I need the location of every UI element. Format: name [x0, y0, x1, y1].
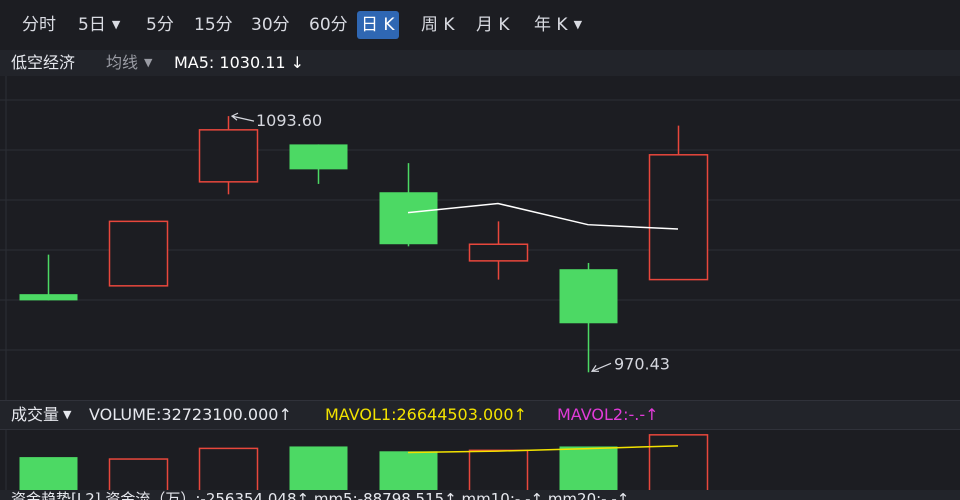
volume-bar[interactable] — [289, 446, 348, 492]
volume-title-select[interactable]: 成交量 ▼ — [11, 403, 71, 429]
tab-4[interactable]: 30分 — [247, 11, 294, 39]
ma5-line — [407, 202, 679, 230]
tab-label: 月 K — [476, 15, 510, 35]
ma5-readout: MA5: 1030.11 ↓ — [174, 53, 305, 72]
candle-body — [559, 269, 618, 324]
candle[interactable] — [648, 125, 709, 281]
tab-label: 5分 — [146, 15, 174, 35]
volume-chart[interactable] — [0, 430, 960, 493]
tab-8[interactable]: 月 K — [472, 11, 514, 39]
tab-label: 60分 — [309, 15, 348, 35]
volume-readout: VOLUME:32723100.000↑ — [89, 405, 292, 424]
volume-bar[interactable] — [198, 447, 259, 493]
candle[interactable] — [108, 220, 169, 287]
volume-bar[interactable] — [19, 457, 78, 492]
tab-label: 30分 — [251, 15, 290, 35]
candle[interactable] — [468, 221, 529, 280]
candle[interactable] — [379, 163, 438, 247]
tab-1[interactable]: 5日 ▼ — [74, 11, 124, 39]
candle-body — [108, 220, 169, 287]
candle-body — [468, 243, 529, 262]
candle-body — [379, 192, 438, 245]
volume-bar[interactable] — [648, 434, 709, 493]
candlestick-svg: 1093.60 970.43 — [0, 76, 960, 400]
price-info-bar: 低空经济 均线 ▼ MA5: 1030.11 ↓ — [0, 50, 960, 76]
mavol2-readout: MAVOL2:-.-↑ — [557, 405, 659, 424]
volume-bar[interactable] — [108, 458, 169, 493]
candle-body — [289, 144, 348, 170]
tab-0[interactable]: 分时 — [18, 11, 60, 39]
volume-svg — [5, 430, 709, 493]
mavol1-readout: MAVOL1:26644503.000↑ — [325, 405, 527, 424]
low-price-marker: 970.43 — [590, 354, 670, 373]
candle-body — [648, 154, 709, 281]
tab-6[interactable]: 日 K — [357, 11, 399, 39]
volume-bar[interactable] — [379, 451, 438, 492]
tab-5[interactable]: 60分 — [305, 11, 352, 39]
tab-label: 15分 — [194, 15, 233, 35]
chevron-down-icon: ▼ — [111, 18, 121, 31]
chevron-down-icon: ▼ — [144, 56, 153, 69]
high-price-label: 1093.60 — [256, 111, 322, 130]
high-price-marker: 1093.60 — [230, 111, 322, 130]
candle[interactable] — [19, 254, 78, 301]
indicator-select[interactable]: 均线 ▼ — [106, 51, 152, 77]
candle-body — [198, 129, 259, 183]
tab-label: 5日 — [78, 15, 106, 35]
period-tab-bar: 分时 5日 ▼ 5分 15分 30分 60分日 K 周 K 月 K 年 K ▼ — [0, 0, 960, 51]
chevron-down-icon: ▼ — [573, 18, 583, 31]
volume-title: 成交量 — [11, 405, 60, 424]
low-price-label: 970.43 — [614, 354, 670, 373]
tab-label: 周 K — [421, 15, 455, 35]
volume-info-bar: 成交量 ▼ VOLUME:32723100.000↑ MAVOL1:2664450… — [0, 400, 960, 430]
candle[interactable] — [289, 144, 348, 184]
fund-trend-bar: 资金趋势[L2] 资金流（万）:-256354.048↑ mm5:-88798.… — [0, 490, 960, 500]
candle-body — [19, 294, 78, 301]
volume-bar[interactable] — [559, 446, 618, 492]
fund-trend-readout: 资金趋势[L2] 资金流（万）:-256354.048↑ mm5:-88798.… — [11, 490, 630, 500]
candlestick-chart[interactable]: 1093.60 970.43 — [0, 76, 960, 400]
tab-3[interactable]: 15分 — [190, 11, 237, 39]
stock-name: 低空经济 — [11, 53, 76, 72]
tab-7[interactable]: 周 K — [417, 11, 459, 39]
chevron-down-icon: ▼ — [63, 408, 72, 421]
mavol1-line — [407, 445, 679, 454]
tab-label: 日 K — [361, 15, 395, 35]
tab-label: 分时 — [22, 15, 56, 35]
tab-9[interactable]: 年 K ▼ — [530, 11, 586, 39]
tab-label: 年 K — [534, 15, 568, 35]
candle[interactable] — [198, 116, 259, 195]
tab-2[interactable]: 5分 — [142, 11, 178, 39]
volume-bar[interactable] — [468, 449, 529, 493]
indicator-label: 均线 — [106, 53, 139, 72]
candle[interactable] — [559, 262, 618, 373]
